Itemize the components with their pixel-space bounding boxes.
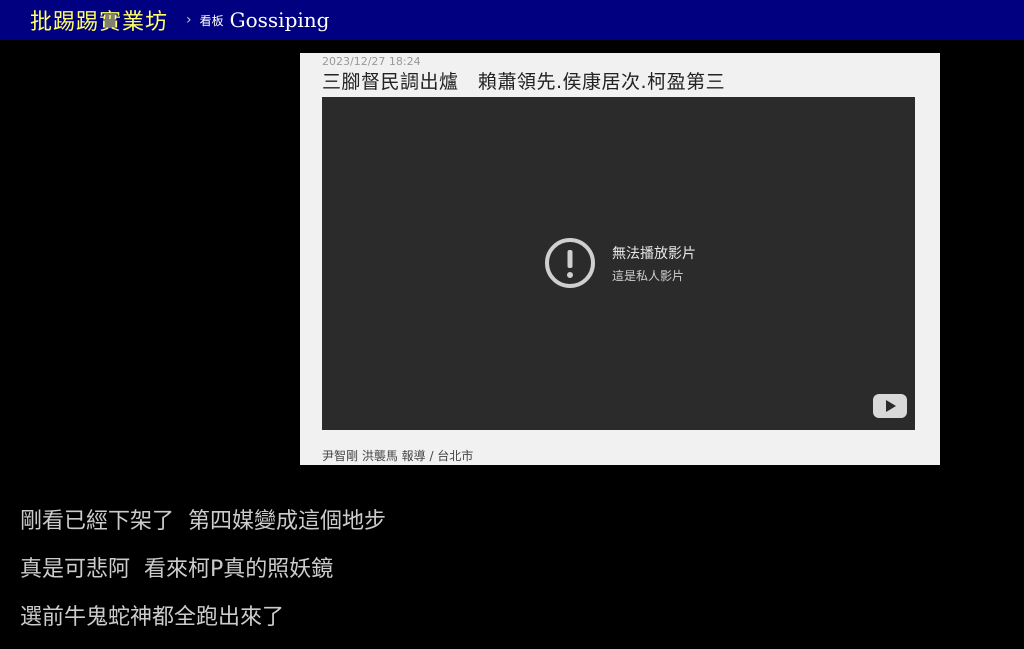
news-credit: 尹智剛 洪襲馬 報導 / 台北市	[322, 449, 474, 463]
news-headline: 三腳督民調出爐 賴蕭領先.侯康居次.柯盈第三	[322, 71, 726, 93]
youtube-icon[interactable]	[873, 394, 907, 418]
board-label: 看板	[199, 13, 224, 28]
video-error-title: 無法播放影片	[612, 246, 696, 262]
error-icon	[545, 238, 595, 288]
video-error-subtitle: 這是私人影片	[612, 269, 685, 283]
post-text-line: 真是可悲阿 看來柯P真的照妖鏡	[20, 557, 334, 582]
board-name-link[interactable]: Gossiping	[230, 8, 330, 32]
top-bar: 批踢踢實業坊 › 看板 Gossiping	[0, 0, 1024, 40]
site-title-link[interactable]: 批踢踢實業坊	[30, 4, 168, 36]
post-text-line: 選前牛鬼蛇神都全跑出來了	[20, 605, 285, 630]
cropped-text-remnant	[20, 40, 400, 43]
video-player[interactable]: 無法播放影片 這是私人影片	[322, 97, 915, 430]
post-text-line: 剛看已經下架了 第四媒變成這個地步	[20, 509, 386, 534]
embedded-news-image: 2023/12/27 18:24 三腳督民調出爐 賴蕭領先.侯康居次.柯盈第三 …	[300, 53, 940, 465]
breadcrumb-separator: ›	[186, 12, 192, 28]
